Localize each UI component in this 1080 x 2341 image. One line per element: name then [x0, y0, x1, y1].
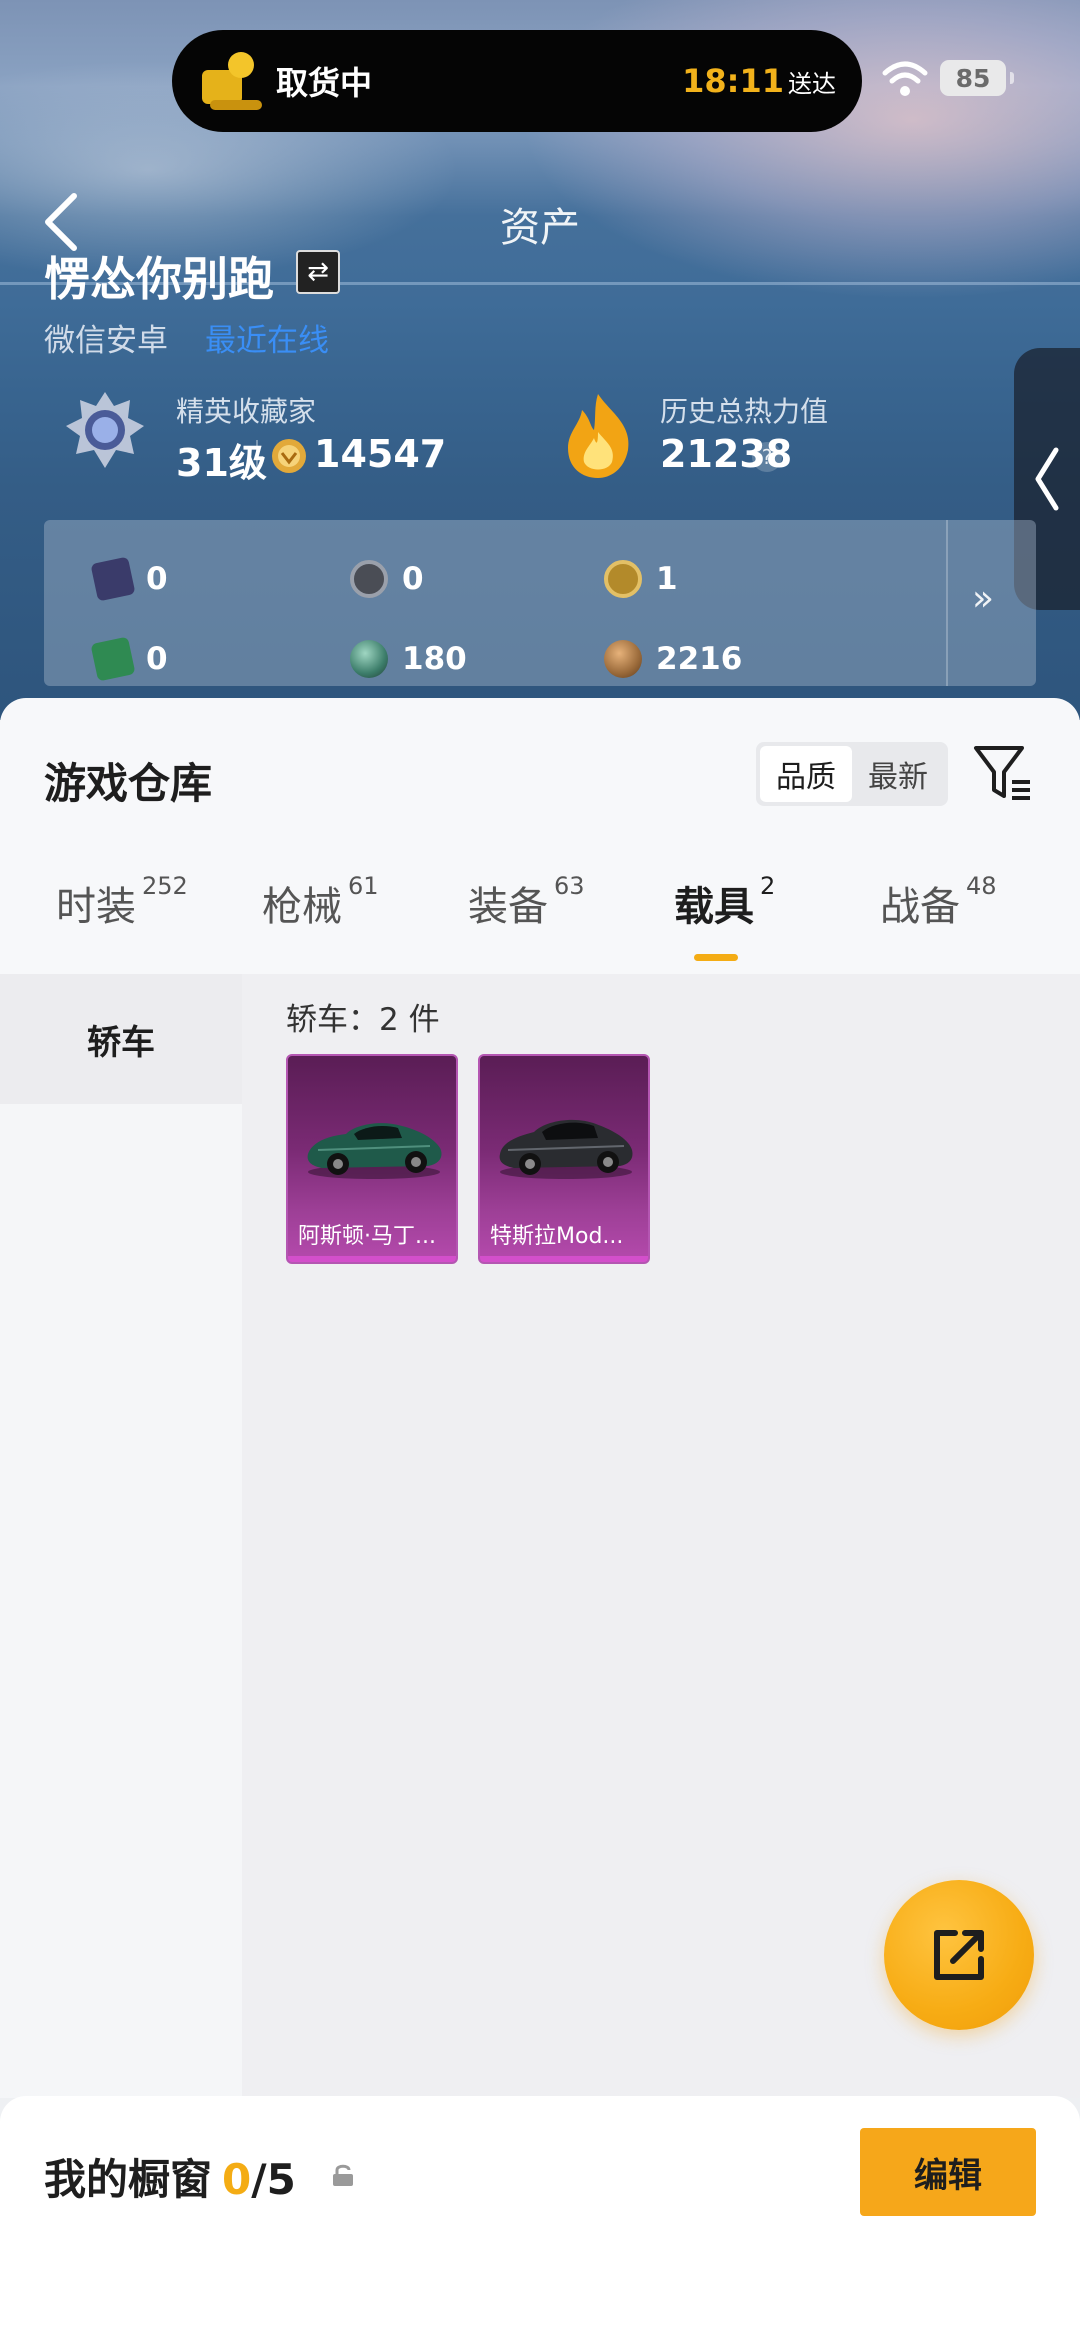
tab-fashion[interactable]: 时装 252 — [56, 872, 188, 932]
sort-quality-option[interactable]: 品质 — [760, 746, 852, 802]
filter-icon[interactable] — [972, 742, 1034, 804]
battery-indicator: 85 — [940, 60, 1014, 96]
rank-points: 14547 — [314, 432, 447, 476]
warehouse-sheet: 游戏仓库 品质 最新 时装 252 枪械 61 装备 63 载具 2 战备 48 轿车 轿… — [0, 698, 1080, 2098]
switch-account-icon[interactable]: ⇄ — [296, 250, 340, 294]
share-button[interactable] — [884, 1880, 1034, 2030]
fire-icon — [568, 394, 629, 478]
showcase-bar: 我的橱窗 0 /5 编辑 — [0, 2096, 1080, 2341]
eta-suffix: 送达 — [788, 70, 836, 98]
delivery-eta: 18:11 送达 — [682, 62, 836, 100]
delivery-status-text: 取货中 — [276, 64, 373, 102]
tab-equipment[interactable]: 装备 63 — [468, 872, 585, 932]
resource-green-ticket: 0 — [90, 636, 168, 682]
rank-label: 精英收藏家 — [176, 395, 317, 428]
warehouse-title: 游戏仓库 — [44, 759, 213, 808]
courier-icon — [200, 48, 266, 114]
showcase-title: 我的橱窗 — [44, 2155, 213, 2204]
bronze-coin-icon — [604, 640, 642, 678]
category-tabs: 时装 252 枪械 61 装备 63 载具 2 战备 48 — [0, 872, 1080, 954]
platform-label: 微信安卓 — [44, 323, 168, 359]
item-name: 特斯拉Mod... — [490, 1224, 624, 1249]
resource-bronze-coin: 2216 — [604, 640, 742, 678]
gold-badge-icon — [604, 560, 642, 598]
resource-silver-coin: 0 — [350, 560, 424, 598]
rank-level: 31级 — [176, 441, 267, 485]
silver-coin-icon — [350, 560, 388, 598]
active-tab-indicator — [694, 954, 738, 961]
help-icon[interactable]: ? — [752, 442, 782, 472]
orb-icon — [350, 640, 388, 678]
collector-points-icon — [272, 439, 306, 473]
sort-toggle[interactable]: 品质 最新 — [756, 742, 948, 806]
collector-rank-badge-icon — [66, 392, 144, 468]
chevron-left-icon — [1035, 447, 1059, 511]
tesla-model-car-icon — [499, 1119, 633, 1179]
vehicle-item-card[interactable]: 阿斯顿·马丁... — [286, 1054, 458, 1264]
resources-panel[interactable]: 0 0 1 0 180 2216 » — [44, 520, 1036, 686]
tab-vehicles[interactable]: 载具 2 — [674, 872, 775, 932]
subcategory-count: 轿车：2 件 — [286, 1002, 440, 1038]
showcase-current-count: 0 — [222, 2155, 252, 2204]
eta-time: 18:11 — [682, 62, 784, 100]
share-icon — [934, 1930, 984, 1980]
heat-label: 历史总热力值 — [660, 395, 829, 428]
sort-latest-option[interactable]: 最新 — [852, 746, 944, 802]
resource-orb: 180 — [350, 640, 467, 678]
wifi-icon — [882, 61, 928, 96]
resource-card: 0 — [90, 556, 168, 602]
subcategory-item-sedan[interactable]: 轿车 — [0, 974, 242, 1104]
lock-icon — [333, 2164, 353, 2186]
item-name: 阿斯顿·马丁... — [298, 1224, 436, 1249]
card-icon — [90, 556, 136, 602]
online-status-link[interactable]: 最近在线 — [205, 315, 329, 360]
vehicle-item-card[interactable]: 特斯拉Mod... — [478, 1054, 650, 1264]
showcase-total-count: /5 — [251, 2155, 296, 2204]
resources-more-icon[interactable]: » — [972, 578, 994, 619]
username: 愣怂你别跑 — [44, 252, 274, 306]
showcase-title-row: 我的橱窗 0 /5 — [44, 2146, 296, 2207]
tab-weapons[interactable]: 枪械 61 — [262, 872, 379, 932]
subcategory-list: 轿车 — [0, 974, 242, 2098]
tab-combat-gear[interactable]: 战备 48 — [880, 872, 997, 932]
delivery-live-activity[interactable]: 取货中 18:11 送达 — [172, 30, 862, 132]
green-ticket-icon — [90, 636, 136, 682]
edit-button[interactable]: 编辑 — [860, 2128, 1036, 2216]
aston-martin-car-icon — [307, 1123, 442, 1179]
resource-gold-badge: 1 — [604, 560, 678, 598]
